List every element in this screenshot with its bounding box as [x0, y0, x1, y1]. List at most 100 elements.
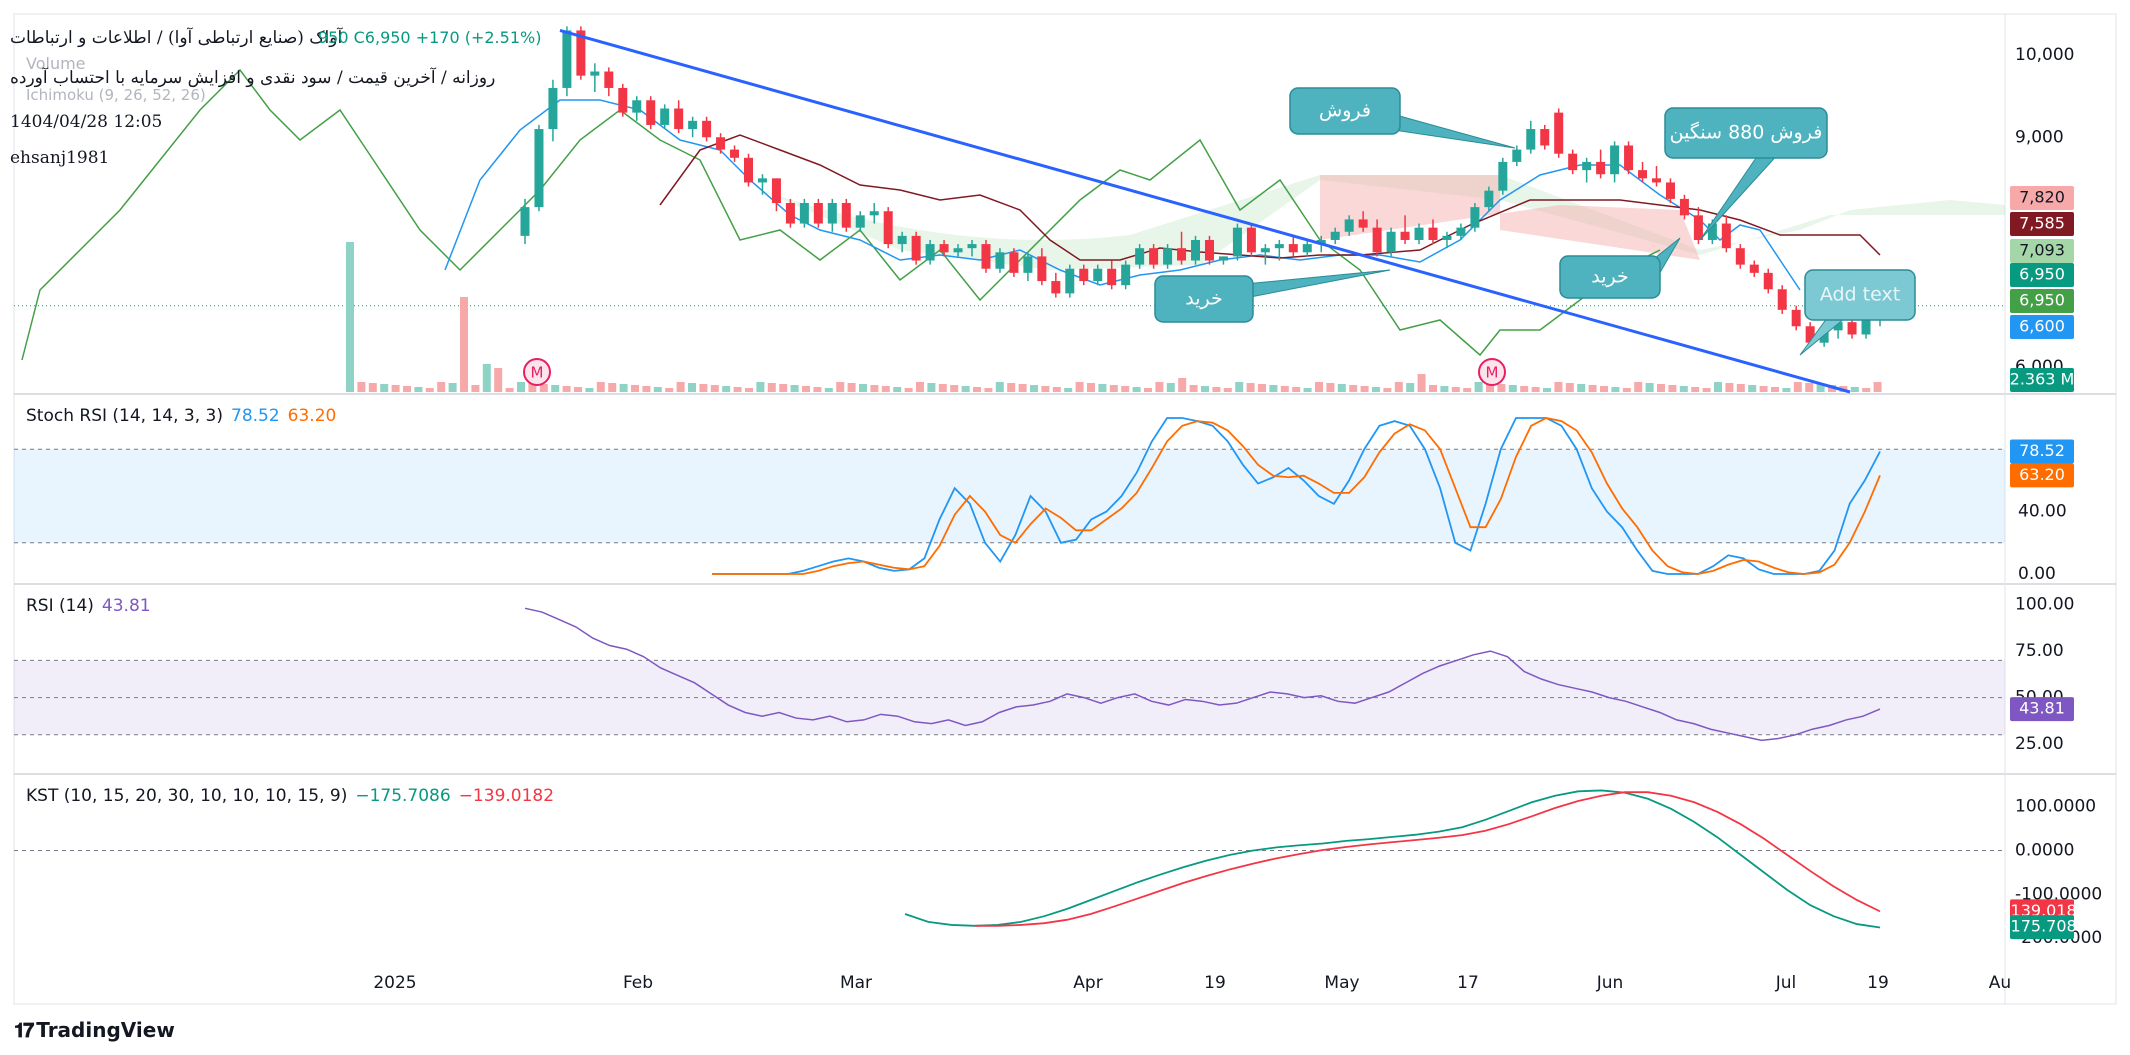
- volume-bar: [927, 383, 936, 392]
- volume-bar: [1463, 388, 1472, 392]
- ichimoku-legend: Ichimoku (9, 26, 52, 26): [26, 86, 206, 104]
- volume-bar: [1679, 386, 1688, 392]
- candle-body: [785, 203, 795, 224]
- candle-body: [1218, 256, 1228, 261]
- candle-body: [1414, 227, 1424, 240]
- time-axis-tick: Feb: [623, 973, 653, 993]
- volume-bar: [482, 364, 491, 392]
- time-axis-tick: Mar: [840, 973, 872, 993]
- tradingview-logo-text: TradingView: [36, 1018, 175, 1042]
- candle-body: [883, 211, 893, 245]
- stoch-rsi-label: Stoch RSI (14, 14, 3, 3): [26, 406, 223, 426]
- tradingview-logo[interactable]: 𝟏𝟕 TradingView: [14, 1018, 175, 1042]
- volume-bar: [756, 382, 765, 392]
- volume-bar: [505, 388, 514, 392]
- volume-bar: [1634, 382, 1643, 392]
- volume-bar: [870, 385, 879, 392]
- candle-body: [1651, 178, 1661, 183]
- rsi-value: 43.81: [101, 596, 151, 616]
- candle-body: [1470, 207, 1480, 228]
- volume-bar: [1087, 383, 1095, 392]
- candle-body: [1009, 252, 1019, 273]
- volume-bar: [653, 387, 662, 392]
- candle-body: [1638, 170, 1648, 179]
- candle-body: [1386, 231, 1396, 253]
- volume-bar: [1691, 387, 1700, 392]
- volume-bar: [1189, 385, 1198, 392]
- candle-body: [716, 137, 726, 150]
- time-axis-tick: Jun: [1596, 973, 1624, 993]
- candle-body: [1665, 182, 1675, 199]
- candle-body: [1079, 268, 1089, 282]
- price-label-text: 6,950: [2019, 265, 2065, 284]
- candle-body: [1246, 227, 1256, 253]
- candle-body: [562, 30, 572, 88]
- stoch-tick: 40.00: [2018, 502, 2067, 522]
- time-axis-tick: 2025: [373, 973, 416, 993]
- callout-buy-1-text: خرید: [1185, 288, 1223, 310]
- volume-bar: [1235, 382, 1244, 392]
- volume-bar: [1554, 382, 1563, 392]
- candle-body: [1693, 215, 1703, 240]
- stoch-k-value: 78.52: [231, 406, 280, 426]
- price-label-text: 6,950: [2019, 291, 2065, 310]
- candle-body: [1232, 227, 1242, 257]
- volume-bar: [824, 388, 833, 392]
- volume-bar: [1383, 388, 1392, 392]
- candle-body: [618, 87, 628, 113]
- volume-bar: [1269, 385, 1278, 392]
- price-label-text: 7,093: [2019, 241, 2065, 260]
- chart-datetime: 1404/04/28 12:05: [10, 112, 163, 132]
- volume-bar: [357, 382, 366, 392]
- candle-body: [1121, 264, 1131, 286]
- candle-body: [1763, 272, 1773, 290]
- volume-bar: [1201, 386, 1209, 392]
- volume-bar: [1497, 384, 1506, 392]
- volume-bar: [380, 384, 389, 392]
- candle-body: [1749, 264, 1759, 273]
- candle-body: [757, 178, 767, 183]
- time-axis-tick: 17: [1457, 973, 1479, 993]
- volume-bar: [460, 297, 468, 392]
- volume-bar: [767, 383, 776, 392]
- volume-bar: [1178, 378, 1187, 392]
- indicator-label-text: 43.81: [2019, 699, 2065, 718]
- candle-body: [1610, 145, 1620, 175]
- volume-bar: [574, 387, 582, 392]
- price-tick: 9,000: [2015, 127, 2064, 147]
- chart-svg[interactable]: M M فروش فروش 880 سنگین خرید خرید Add text 10…: [0, 0, 2130, 1055]
- volume-bar: [961, 386, 970, 392]
- volume-bar: [1018, 384, 1027, 392]
- volume-bar: [425, 388, 434, 392]
- candle-body: [1442, 235, 1452, 240]
- price-label-text: 7,585: [2019, 214, 2065, 233]
- candle-body: [953, 248, 963, 253]
- candle-body: [1847, 322, 1857, 335]
- candle-body: [939, 244, 949, 253]
- candle-body: [1204, 239, 1214, 261]
- candle-body: [1260, 248, 1270, 253]
- candle-body: [702, 120, 712, 138]
- kst-title: KST (10, 15, 20, 30, 10, 10, 10, 15, 9) −…: [26, 786, 554, 806]
- time-axis-tick: Jul: [1775, 973, 1797, 993]
- volume-bar: [1064, 388, 1073, 392]
- volume-bar: [1782, 388, 1791, 392]
- volume-bar: [995, 382, 1004, 392]
- candle-body: [1791, 309, 1801, 327]
- volume-bar: [859, 384, 867, 392]
- callout-sell-text: فروش: [1319, 100, 1371, 122]
- volume-bar: [471, 385, 480, 392]
- candle-body: [771, 178, 781, 203]
- candle-body: [744, 157, 754, 183]
- candle-body: [674, 108, 684, 130]
- candle-body: [897, 235, 907, 245]
- chart-author: ehsanj1981: [10, 148, 110, 168]
- volume-bar: [1543, 388, 1551, 392]
- volume-bar: [1406, 383, 1415, 392]
- candle-body: [534, 129, 544, 208]
- volume-bar: [551, 385, 560, 392]
- volume-bar: [1771, 387, 1779, 392]
- candle-body: [911, 235, 921, 261]
- volume-bar: [1714, 382, 1722, 392]
- volume-bar: [665, 388, 674, 392]
